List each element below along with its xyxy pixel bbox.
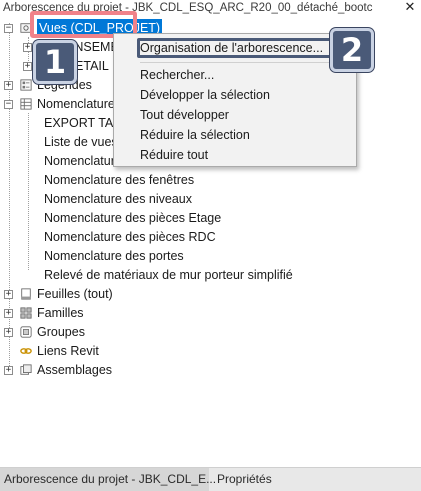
tree-item-revit-links[interactable]: Liens Revit	[0, 342, 421, 361]
schedule-icon	[20, 98, 32, 110]
collapse-icon[interactable]: −	[4, 24, 13, 33]
expand-icon[interactable]: +	[4, 366, 13, 375]
expand-icon[interactable]: +	[4, 81, 13, 90]
tree-label-families[interactable]: Familles	[37, 304, 84, 323]
menu-item-search[interactable]: Rechercher...	[140, 66, 214, 84]
legend-icon	[20, 79, 32, 91]
step-badge-1: 1	[33, 40, 77, 84]
tree-label-schedule[interactable]: Nomenclature des pièces RDC	[44, 228, 216, 247]
menu-item-collapse-selection[interactable]: Réduire la sélection	[140, 126, 250, 144]
expand-icon[interactable]: +	[23, 43, 32, 52]
sheets-icon	[21, 288, 31, 300]
expand-icon[interactable]: +	[23, 62, 32, 71]
link-icon	[20, 348, 32, 354]
menu-item-expand-all[interactable]: Tout développer	[140, 106, 229, 124]
tree-label-groups[interactable]: Groupes	[37, 323, 85, 342]
tree-label-schedule[interactable]: Relevé de matériaux de mur porteur simpl…	[44, 266, 293, 285]
step-badge-2: 2	[330, 28, 374, 72]
tree-label-schedule[interactable]: Nomenclature des niveaux	[44, 190, 192, 209]
tree-label-assemblies[interactable]: Assemblages	[37, 361, 112, 380]
collapse-icon[interactable]: −	[4, 100, 13, 109]
tree-item-sheets[interactable]: + Feuilles (tout)	[0, 285, 421, 304]
groups-icon	[20, 326, 32, 338]
menu-item-expand-selection[interactable]: Développer la sélection	[140, 86, 270, 104]
context-menu: Organisation de l'arborescence... Recher…	[113, 33, 357, 167]
tree-label-schedule[interactable]: Nomenclature des fenêtres	[44, 171, 194, 190]
close-icon[interactable]: ✕	[404, 0, 416, 16]
tab-project-browser[interactable]: Arborescence du projet - JBK_CDL_E...	[0, 468, 216, 491]
tree-label-schedule[interactable]: Nomenclature des portes	[44, 247, 184, 266]
expand-icon[interactable]: +	[4, 328, 13, 337]
bottom-tab-bar: Arborescence du projet - JBK_CDL_E... Pr…	[0, 467, 421, 491]
menu-separator	[140, 62, 350, 63]
tree-label-revit-links[interactable]: Liens Revit	[37, 342, 99, 361]
expand-icon[interactable]: +	[4, 290, 13, 299]
menu-item-tree-organization[interactable]: Organisation de l'arborescence...	[140, 39, 323, 57]
assemblies-icon	[20, 364, 32, 375]
menu-item-collapse-all[interactable]: Réduire tout	[140, 146, 208, 164]
tree-label-schedule[interactable]: Liste de vues	[44, 133, 118, 152]
families-icon	[20, 307, 32, 319]
tree-label-schedule[interactable]: Nomenclature des pièces Etage	[44, 209, 221, 228]
tree-connector	[28, 113, 29, 270]
tree-label-sheets[interactable]: Feuilles (tout)	[37, 285, 113, 304]
tab-properties[interactable]: Propriétés	[213, 468, 276, 491]
tree-item-families[interactable]: + Familles	[0, 304, 421, 323]
expand-icon[interactable]: +	[4, 309, 13, 318]
tree-item-assemblies[interactable]: + Assemblages	[0, 361, 421, 380]
tree-item-groups[interactable]: + Groupes	[0, 323, 421, 342]
